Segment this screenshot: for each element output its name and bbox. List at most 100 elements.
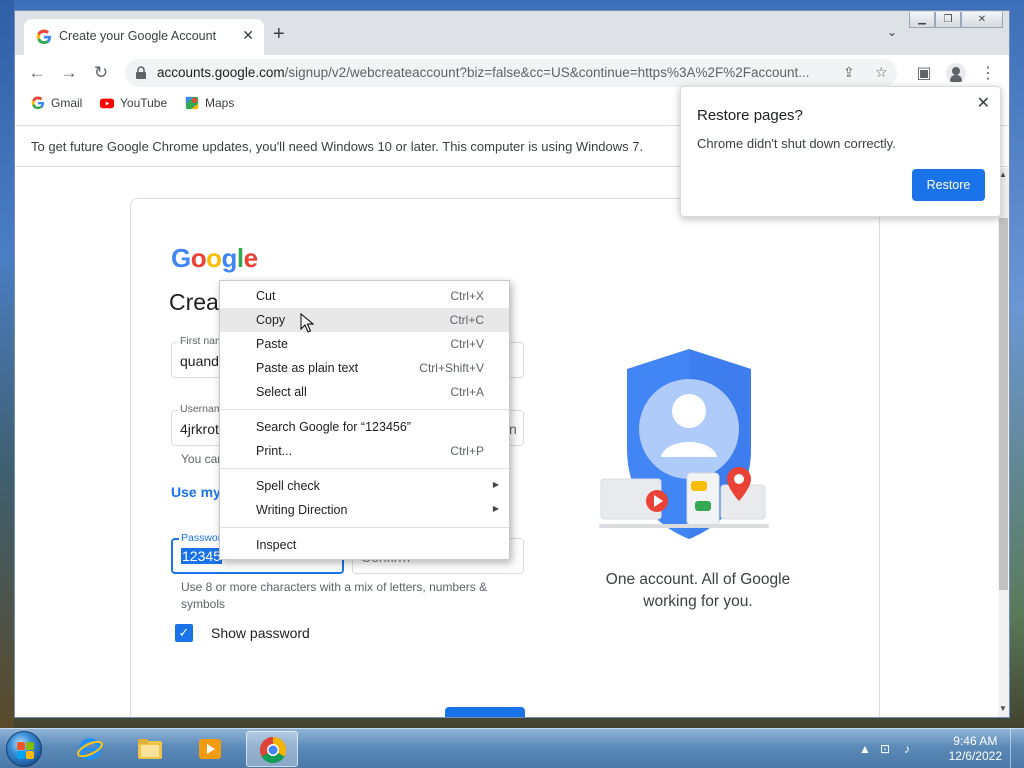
show-password-label: Show password bbox=[211, 625, 310, 641]
menu-item-label: Print... bbox=[256, 444, 293, 458]
mouse-pointer-icon bbox=[300, 313, 314, 333]
password-value-selected: 12345 bbox=[181, 548, 222, 564]
taskbar-file-explorer[interactable] bbox=[124, 731, 176, 767]
taskbar-clock[interactable]: 9:46 AM 12/6/2022 bbox=[949, 734, 1002, 764]
menu-separator bbox=[220, 522, 509, 533]
first-name-value: quand bbox=[180, 353, 219, 369]
account-shield-illustration bbox=[599, 349, 769, 539]
username-suffix: n bbox=[509, 421, 517, 437]
google-favicon-icon bbox=[36, 29, 51, 45]
page-scrollbar[interactable]: ▲ ▼ bbox=[998, 168, 1009, 717]
window-controls: ▁ ❐ ✕ bbox=[909, 11, 1003, 29]
restore-title: Restore pages? bbox=[697, 107, 803, 124]
menu-item-label: Paste bbox=[256, 337, 288, 351]
menu-item-label: Select all bbox=[256, 385, 307, 399]
tab-create-account[interactable]: Create your Google Account ✕ bbox=[24, 19, 264, 55]
menu-item-shortcut: Ctrl+A bbox=[450, 385, 484, 399]
restore-pages-popup: Restore pages? ✕ Chrome didn't shut down… bbox=[680, 86, 1001, 217]
menu-item-shortcut: Ctrl+V bbox=[450, 337, 484, 351]
restore-window-icon[interactable]: ❐ bbox=[935, 12, 961, 28]
taskbar-media-player[interactable] bbox=[184, 731, 236, 767]
tab-search-chevron-icon[interactable]: ⌄ bbox=[887, 25, 897, 39]
internet-explorer-icon bbox=[77, 738, 103, 760]
url-path: /signup/v2/webcreateaccount?biz=false&cc… bbox=[284, 65, 810, 80]
menu-item-paste[interactable]: Paste Ctrl+V bbox=[220, 332, 509, 356]
page-title: Crea bbox=[169, 289, 219, 315]
username-hint: You can bbox=[181, 452, 224, 466]
next-button[interactable] bbox=[445, 707, 525, 717]
share-icon[interactable]: ⇪ bbox=[843, 64, 855, 81]
tagline: One account. All of Google working for y… bbox=[605, 571, 791, 610]
minimize-icon[interactable]: ▁ bbox=[909, 12, 935, 28]
media-player-icon bbox=[199, 739, 221, 759]
context-menu: Cut Ctrl+X Copy Ctrl+C Paste Ctrl+V Past… bbox=[219, 280, 510, 560]
password-hint: Use 8 or more characters with a mix of l… bbox=[181, 580, 488, 611]
menu-item-inspect[interactable]: Inspect bbox=[220, 533, 509, 557]
close-tab-icon[interactable]: ✕ bbox=[242, 27, 254, 44]
restore-message: Chrome didn't shut down correctly. bbox=[697, 136, 896, 151]
menu-item-copy[interactable]: Copy Ctrl+C bbox=[220, 308, 509, 332]
start-button-icon[interactable] bbox=[6, 731, 42, 767]
close-popup-icon[interactable]: ✕ bbox=[977, 93, 990, 113]
forward-icon[interactable]: → bbox=[58, 62, 80, 84]
url-host: accounts.google.com bbox=[157, 65, 285, 80]
menu-item-label: Cut bbox=[256, 289, 276, 303]
tab-title: Create your Google Account bbox=[59, 29, 217, 43]
bookmark-maps[interactable]: Maps bbox=[185, 96, 234, 110]
submenu-arrow-icon: ▶ bbox=[492, 480, 499, 489]
chrome-icon bbox=[259, 736, 287, 764]
menu-item-label: Inspect bbox=[256, 538, 297, 552]
google-logo: Google bbox=[171, 243, 258, 273]
bookmark-gmail[interactable]: Gmail bbox=[31, 96, 82, 110]
bookmark-star-icon[interactable]: ☆ bbox=[875, 64, 888, 81]
windows-taskbar: ▲ ⊡ ♪ 9:46 AM 12/6/2022 bbox=[0, 728, 1024, 768]
username-label: Usernam bbox=[178, 403, 225, 415]
youtube-icon bbox=[100, 98, 114, 109]
reload-icon[interactable]: ↻ bbox=[90, 62, 112, 84]
use-existing-email-link[interactable]: Use my bbox=[171, 484, 221, 500]
menu-item-shortcut: Ctrl+C bbox=[449, 313, 484, 327]
bookmark-youtube[interactable]: YouTube bbox=[100, 96, 167, 110]
menu-item-shortcut: Ctrl+X bbox=[450, 289, 484, 303]
new-tab-icon[interactable]: + bbox=[273, 24, 285, 44]
address-bar[interactable]: accounts.google.com/signup/v2/webcreatea… bbox=[125, 59, 897, 87]
scroll-down-icon[interactable]: ▼ bbox=[999, 704, 1007, 713]
bookmark-label: Gmail bbox=[51, 96, 83, 110]
menu-item-label: Paste as plain text bbox=[256, 361, 359, 375]
taskbar-internet-explorer[interactable] bbox=[64, 731, 116, 767]
menu-item-spell-check[interactable]: Spell check ▶ bbox=[220, 474, 509, 498]
taskbar-chrome[interactable] bbox=[246, 731, 298, 767]
menu-kebab-icon[interactable]: ⋮ bbox=[977, 63, 999, 83]
submenu-arrow-icon: ▶ bbox=[492, 504, 499, 513]
restore-button[interactable]: Restore bbox=[912, 169, 985, 201]
close-window-icon[interactable]: ✕ bbox=[961, 12, 1003, 28]
menu-item-writing-direction[interactable]: Writing Direction ▶ bbox=[220, 498, 509, 522]
menu-item-paste-plain[interactable]: Paste as plain text Ctrl+Shift+V bbox=[220, 356, 509, 380]
scroll-thumb[interactable] bbox=[999, 218, 1008, 590]
menu-item-shortcut: Ctrl+P bbox=[450, 444, 484, 458]
username-value: 4jrkrot bbox=[180, 421, 219, 437]
folder-icon bbox=[138, 739, 162, 759]
system-tray: ▲ ⊡ ♪ 9:46 AM 12/6/2022 bbox=[854, 729, 1024, 768]
menu-item-shortcut: Ctrl+Shift+V bbox=[419, 361, 484, 375]
volume-muted-icon[interactable]: ♪ bbox=[900, 742, 914, 756]
network-icon[interactable]: ⊡ bbox=[878, 742, 892, 756]
show-password-checkbox[interactable]: ✓ bbox=[175, 624, 193, 642]
menu-item-search-google[interactable]: Search Google for “123456” bbox=[220, 415, 509, 439]
bookmark-label: YouTube bbox=[120, 96, 168, 110]
menu-item-label: Copy bbox=[256, 313, 286, 327]
menu-item-print[interactable]: Print... Ctrl+P bbox=[220, 439, 509, 463]
menu-item-label: Spell check bbox=[256, 479, 320, 493]
menu-item-cut[interactable]: Cut Ctrl+X bbox=[220, 284, 509, 308]
side-panel-icon[interactable]: ▣ bbox=[913, 63, 935, 83]
show-hidden-icons-icon[interactable]: ▲ bbox=[858, 742, 872, 756]
menu-separator bbox=[220, 463, 509, 474]
back-icon[interactable]: ← bbox=[26, 62, 48, 84]
password-label: Passwor bbox=[179, 532, 224, 544]
show-desktop-button[interactable] bbox=[1010, 729, 1024, 768]
tab-strip: Create your Google Account ✕ + ⌄ ▁ ❐ ✕ bbox=[15, 11, 1009, 55]
url-text: accounts.google.com/signup/v2/webcreatea… bbox=[157, 65, 835, 80]
profile-avatar-icon[interactable] bbox=[946, 63, 966, 83]
menu-separator bbox=[220, 404, 509, 415]
menu-item-select-all[interactable]: Select all Ctrl+A bbox=[220, 380, 509, 404]
